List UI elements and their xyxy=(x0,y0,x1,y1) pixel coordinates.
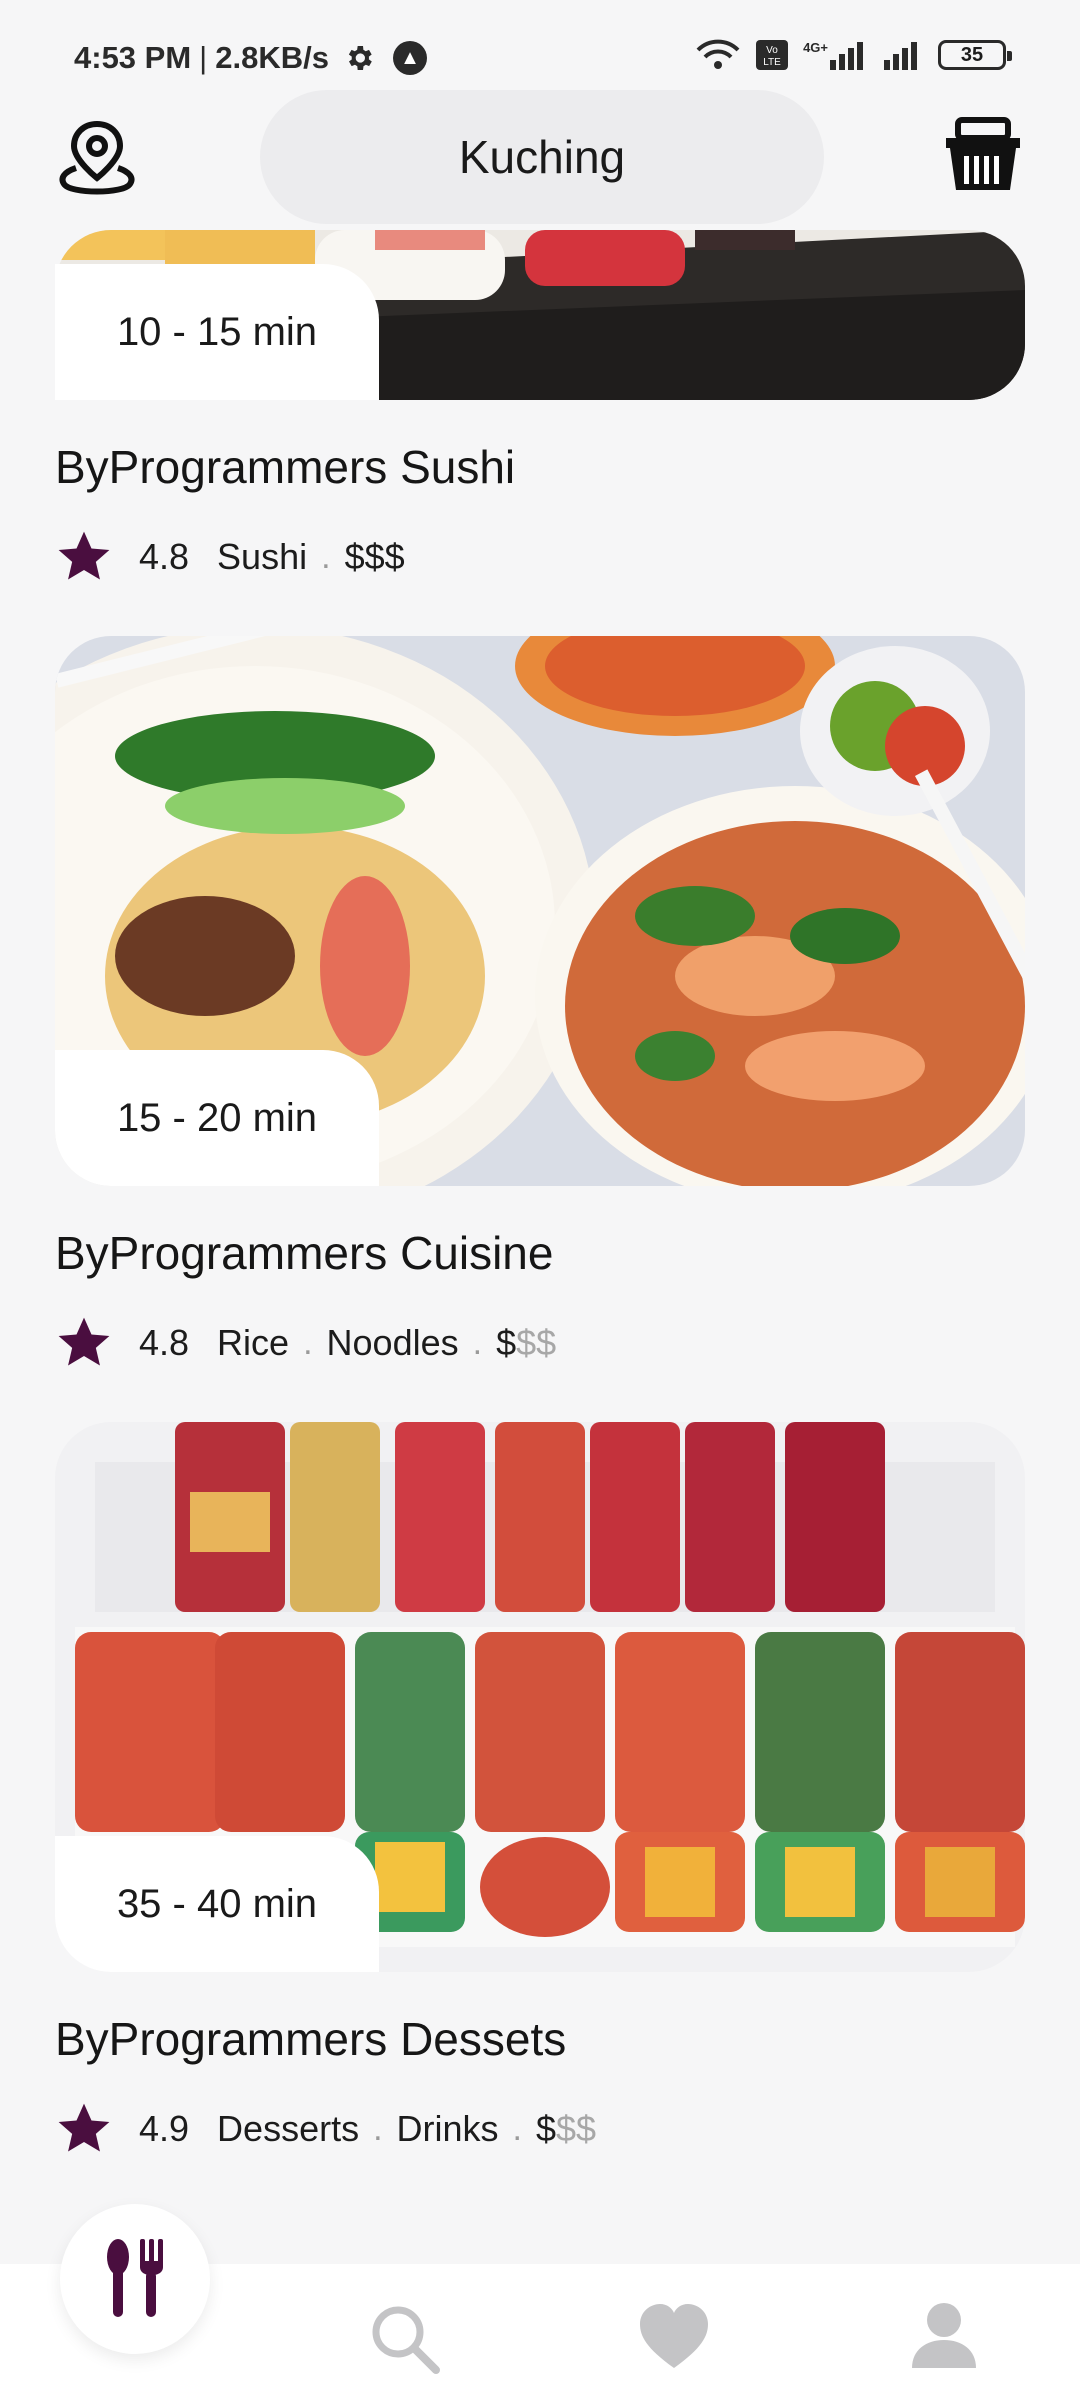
delivery-time-badge: 15 - 20 min xyxy=(55,1050,379,1186)
restaurant-name[interactable]: ByProgrammers Cuisine xyxy=(55,1226,1025,1280)
restaurant-meta: 4.8 Rice . Noodles . $ $$ xyxy=(55,1314,1025,1372)
status-right: Vo LTE 4G+ 35 xyxy=(695,38,1012,72)
navigation-arrow-icon: ▲ xyxy=(392,41,427,75)
category-label: Noodles xyxy=(326,1322,459,1363)
restaurant-image[interactable]: 15 - 20 min xyxy=(55,636,1025,1186)
delivery-time-badge: 35 - 40 min xyxy=(55,1836,379,1972)
svg-text:Vo: Vo xyxy=(766,45,778,56)
separator-dot: . xyxy=(373,2109,383,2148)
delivery-time: 15 - 20 min xyxy=(116,1095,318,1140)
star-icon xyxy=(58,2103,110,2152)
status-left: 4:53 PM | 2.8KB/s ▲ xyxy=(74,40,427,76)
restaurant-list[interactable]: ByProgrammers Sushi 4.8 Sushi . $$$ 10 -… xyxy=(0,230,1080,2264)
status-separator: | xyxy=(199,40,208,75)
settings-gear-icon xyxy=(348,46,372,70)
rating-value: 4.8 xyxy=(139,536,190,577)
restaurant-image[interactable]: 35 - 40 min xyxy=(55,1422,1025,1972)
separator-dot: . xyxy=(512,2109,522,2148)
status-time: 4:53 PM xyxy=(74,40,192,75)
wifi-icon xyxy=(696,39,740,69)
separator-dot: . xyxy=(321,537,331,576)
signal-strength-icon-1 xyxy=(830,42,863,70)
category-label: Desserts xyxy=(217,2108,360,2149)
price-level-inactive: $$ xyxy=(556,2108,597,2149)
battery-level: 35 xyxy=(960,43,984,66)
restaurant-meta: 4.8 Sushi . $$$ xyxy=(55,528,1025,586)
svg-text:LTE: LTE xyxy=(763,57,781,68)
price-level-inactive: $$ xyxy=(516,1322,557,1363)
category-label: Rice xyxy=(217,1322,290,1363)
restaurant-card[interactable]: ByProgrammers Sushi 4.8 Sushi . $$$ 10 -… xyxy=(55,230,1025,586)
basket-icon[interactable] xyxy=(940,114,1026,200)
rating-value: 4.8 xyxy=(139,1322,190,1363)
restaurant-name[interactable]: ByProgrammers Dessets xyxy=(55,2012,1025,2066)
rating-value: 4.9 xyxy=(139,2108,190,2149)
category-label: Sushi xyxy=(217,536,308,577)
restaurant-meta: 4.9 Desserts . Drinks . $ $$ xyxy=(55,2100,1025,2158)
category-label: Drinks xyxy=(396,2108,499,2149)
price-level-active: $ xyxy=(496,1322,517,1363)
profile-icon[interactable] xyxy=(906,2300,982,2376)
heart-icon[interactable] xyxy=(636,2300,712,2376)
location-pin-icon[interactable] xyxy=(54,116,140,202)
location-name: Kuching xyxy=(458,131,626,183)
delivery-time: 35 - 40 min xyxy=(116,1881,318,1926)
network-type-label: 4G+ xyxy=(803,40,828,55)
nav-home-button[interactable] xyxy=(60,2204,210,2354)
app-header: Kuching xyxy=(0,90,1080,230)
volte-icon: Vo LTE xyxy=(756,40,789,70)
battery-icon: 35 xyxy=(938,40,1012,70)
restaurant-icon xyxy=(107,2239,163,2317)
restaurant-card[interactable]: 15 - 20 min ByProgrammers Cuisine 4.8 Ri… xyxy=(55,636,1025,1372)
restaurant-name[interactable]: ByProgrammers Sushi xyxy=(55,440,1025,494)
separator-dot: . xyxy=(472,1323,483,1362)
price-level-active: $ xyxy=(536,2108,557,2149)
bottom-navigation xyxy=(0,2204,1080,2400)
network-speed: 2.8KB/s xyxy=(215,40,329,75)
search-icon[interactable] xyxy=(366,2300,442,2376)
separator-dot: . xyxy=(303,1323,313,1362)
signal-4g-group: 4G+ xyxy=(803,40,870,70)
signal-strength-icon-2 xyxy=(884,42,917,70)
delivery-time: 10 - 15 min xyxy=(116,309,318,354)
status-bar: 4:53 PM | 2.8KB/s ▲ Vo LTE 4G+ 35 xyxy=(0,0,1080,100)
location-selector[interactable]: Kuching xyxy=(260,90,824,224)
delivery-time-badge: 10 - 15 min xyxy=(55,264,379,400)
restaurant-card[interactable]: 35 - 40 min ByProgrammers Dessets 4.9 De… xyxy=(55,1422,1025,2158)
star-icon xyxy=(58,531,110,580)
star-icon xyxy=(58,1317,110,1366)
price-level-active: $$$ xyxy=(344,536,405,577)
